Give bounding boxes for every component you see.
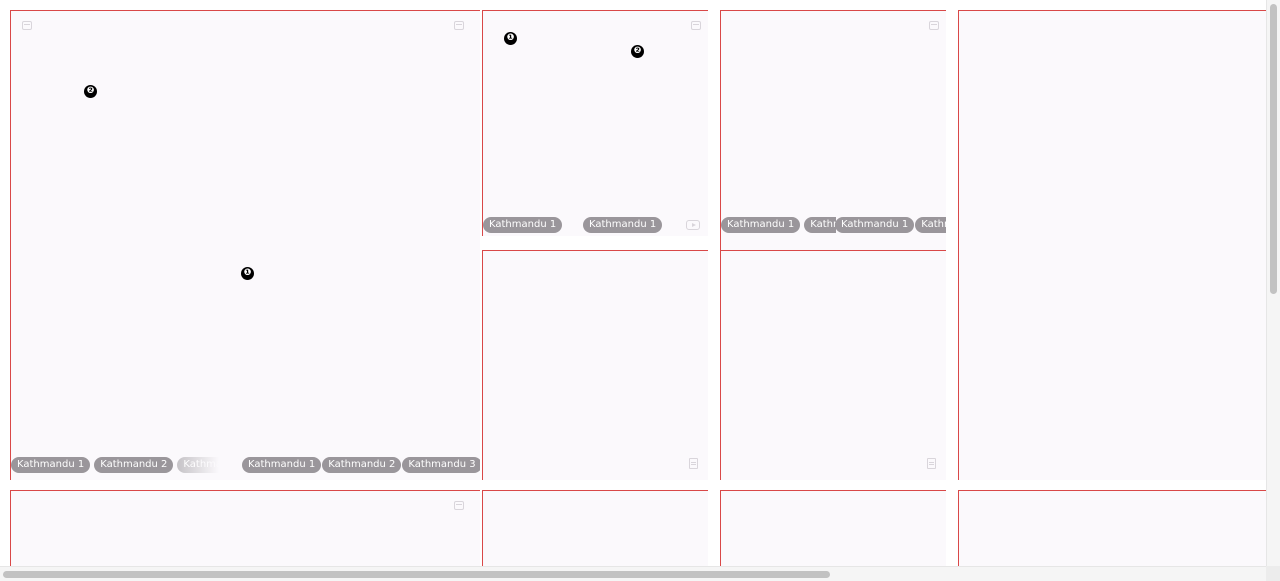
calendar-icon bbox=[454, 21, 464, 30]
badge-one: ❶ bbox=[504, 32, 517, 45]
tag-chip[interactable]: Kathmandu 3 bbox=[402, 457, 480, 473]
tag-chip[interactable]: Kathmandu 1 bbox=[583, 217, 663, 233]
badge-one: ❶ bbox=[241, 267, 254, 280]
tag-chip[interactable]: Kathmandu 2 bbox=[322, 457, 402, 473]
vertical-scrollbar-thumb[interactable] bbox=[1270, 4, 1277, 294]
badge-two: ❷ bbox=[84, 85, 97, 98]
calendar-icon bbox=[691, 21, 701, 30]
tag-chip[interactable]: Kathmandu 1 bbox=[483, 217, 563, 233]
tile-middle-right[interactable] bbox=[720, 250, 946, 480]
tag-chip[interactable]: Kathmandu 1 bbox=[721, 217, 801, 233]
tag-chip[interactable]: Kathmandu 1 bbox=[242, 457, 322, 473]
calendar-icon bbox=[929, 21, 939, 30]
tag-chip[interactable]: Kathmandu 3 bbox=[177, 457, 219, 473]
tile-bottom-2[interactable] bbox=[482, 490, 708, 566]
tile-right[interactable] bbox=[958, 10, 1266, 480]
tag-list: Kathmandu 1 bbox=[583, 217, 663, 233]
tag-list: Kathmandu 1 bbox=[483, 217, 563, 233]
document-icon bbox=[689, 458, 698, 469]
horizontal-scrollbar-thumb[interactable] bbox=[3, 571, 830, 578]
badge-two: ❷ bbox=[631, 45, 644, 58]
tile-large[interactable]: ❷ ❶ Kathmandu 1Kathmandu 2Kathmandu 3 Ka… bbox=[10, 10, 480, 480]
tag-chip[interactable]: Kathmandu 1 bbox=[804, 217, 836, 233]
tag-list: Kathmandu 1Kathmandu 1 bbox=[721, 217, 836, 233]
robot-icon bbox=[22, 21, 32, 30]
tag-chip[interactable]: Kathmandu 1 bbox=[915, 217, 946, 233]
tile-top-middle[interactable]: ❶ ❷ Kathmandu 1 Kathmandu 1 bbox=[482, 10, 708, 236]
tile-bottom-3[interactable] bbox=[720, 490, 946, 566]
scrollbar-corner bbox=[1266, 566, 1280, 581]
masonry-viewport: ❷ ❶ Kathmandu 1Kathmandu 2Kathmandu 3 Ka… bbox=[0, 0, 1266, 566]
tag-chip[interactable]: Kathmandu 2 bbox=[94, 457, 174, 473]
tag-chip[interactable]: Kathmandu 1 bbox=[11, 457, 91, 473]
horizontal-scrollbar[interactable] bbox=[0, 566, 1266, 581]
tile-bottom-large[interactable] bbox=[10, 490, 480, 566]
tile-bottom-4[interactable] bbox=[958, 490, 1266, 566]
tag-list: Kathmandu 1Kathmandu 1 bbox=[835, 217, 946, 233]
vertical-scrollbar[interactable] bbox=[1266, 0, 1280, 566]
tile-middle-left[interactable] bbox=[482, 250, 708, 480]
tile-top-third[interactable]: Kathmandu 1Kathmandu 1 Kathmandu 1Kathma… bbox=[720, 10, 946, 250]
tag-list-left: Kathmandu 1Kathmandu 2Kathmandu 3 bbox=[11, 457, 219, 473]
document-icon bbox=[927, 458, 936, 469]
video-icon bbox=[686, 220, 700, 230]
tag-chip[interactable]: Kathmandu 1 bbox=[835, 217, 915, 233]
tag-list-right: Kathmandu 1 Kathmandu 2 Kathmandu 3 bbox=[242, 457, 480, 473]
calendar-icon bbox=[454, 501, 464, 510]
